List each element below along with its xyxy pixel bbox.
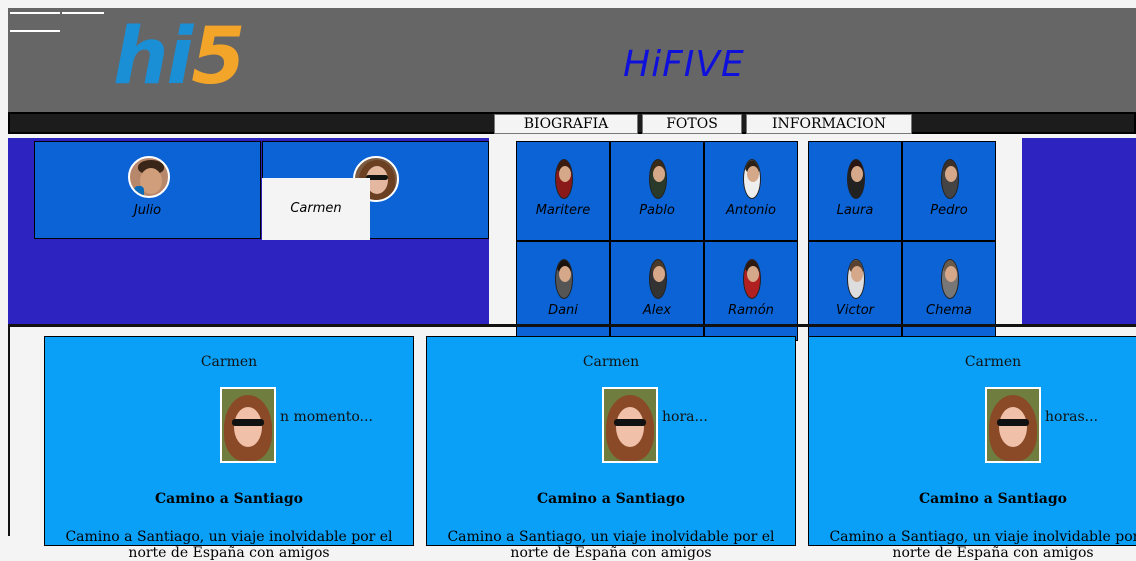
friend-avatar (649, 259, 667, 299)
post-body: Camino a Santiago, un viaje inolvidable … (65, 529, 393, 561)
friend-avatar (649, 159, 667, 199)
post-author: Carmen (200, 354, 258, 370)
post-photo[interactable] (985, 387, 1041, 463)
friend-avatar (941, 259, 959, 299)
friend-card[interactable]: Pedro (902, 141, 996, 241)
post-photo[interactable] (602, 387, 658, 463)
hi5-logo[interactable]: hi5 (113, 8, 246, 106)
logo-five: 5 (191, 12, 245, 102)
friend-avatar (128, 156, 170, 198)
friend-name: Laura (836, 203, 874, 218)
post-card[interactable]: Carmen horas... Camino a Santiago Camino… (808, 336, 1136, 561)
friend-avatar (743, 159, 761, 199)
post-time: horas... (1045, 409, 1099, 425)
friend-card[interactable]: Maritere (516, 141, 610, 241)
friend-name: Pedro (930, 203, 968, 218)
friend-name: Victor (835, 303, 875, 318)
corner-line (62, 12, 104, 14)
tab-fotos[interactable]: FOTOS (642, 114, 742, 134)
logo-hi: hi (113, 12, 193, 102)
post-title[interactable]: Camino a Santiago (809, 491, 1136, 507)
site-header: hi5 HiFIVE (8, 8, 1136, 112)
friend-name: Ramón (728, 303, 774, 318)
post-card[interactable]: Carmen hora... Camino a Santiago Camino … (426, 336, 796, 561)
corner-line (10, 30, 60, 32)
friend-card[interactable]: Pablo (610, 141, 704, 241)
post-author: Carmen (582, 354, 640, 370)
post-title[interactable]: Camino a Santiago (427, 491, 795, 507)
friend-card[interactable]: Laura (808, 141, 902, 241)
friend-avatar (941, 159, 959, 199)
post-author: Carmen (964, 354, 1022, 370)
friend-name: Alex (642, 303, 672, 318)
friend-avatar (555, 159, 573, 199)
section-divider (8, 327, 10, 536)
tab-biografia[interactable]: BIOGRAFIA (494, 114, 638, 134)
post-card[interactable]: Carmen n momento... Camino a Santiago Ca… (44, 336, 414, 561)
post-body: Camino a Santiago, un viaje inolvidable … (447, 529, 775, 561)
friend-avatar (743, 259, 761, 299)
friend-name: Dani (548, 303, 578, 318)
post-photo[interactable] (220, 387, 276, 463)
friend-card-julio[interactable]: Julio (34, 141, 261, 239)
tab-informacion[interactable]: INFORMACION (746, 114, 912, 134)
friend-name: Julio (133, 203, 162, 218)
friend-name: Chema (926, 303, 972, 318)
friend-name: Maritere (535, 203, 591, 218)
post-title[interactable]: Camino a Santiago (45, 491, 413, 507)
friend-avatar (847, 259, 865, 299)
friend-name: Antonio (726, 203, 776, 218)
friend-avatar (847, 159, 865, 199)
site-title: HiFIVE (623, 44, 745, 85)
post-time: hora... (662, 409, 708, 425)
corner-line (10, 12, 60, 14)
friend-card[interactable]: Antonio (704, 141, 798, 241)
friend-avatar (555, 259, 573, 299)
post-time: n momento... (280, 409, 373, 425)
friend-name: Pablo (639, 203, 675, 218)
section-divider (8, 324, 1136, 327)
friend-name-carmen: Carmen (262, 178, 370, 240)
post-body: Camino a Santiago, un viaje inolvidable … (829, 529, 1136, 561)
